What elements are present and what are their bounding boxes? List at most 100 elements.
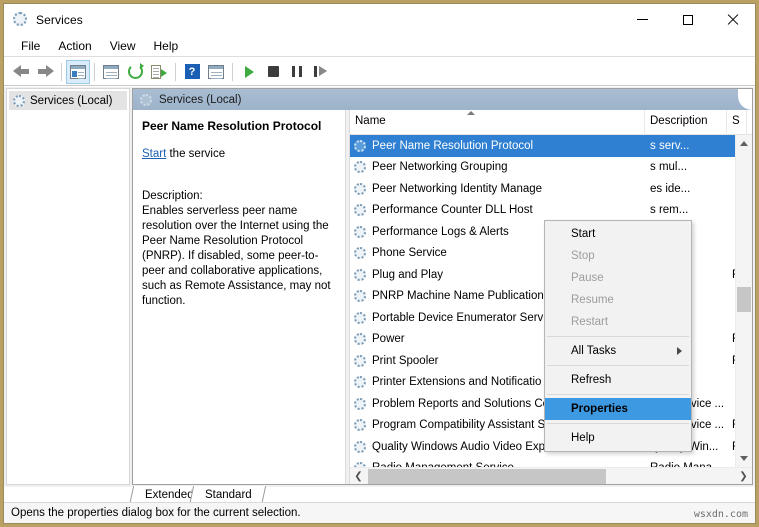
- scroll-right-button[interactable]: ❯: [735, 468, 752, 484]
- context-menu-pause-label: Pause: [571, 272, 604, 284]
- restart-service-button[interactable]: [309, 60, 333, 84]
- service-gear-icon: [352, 269, 368, 281]
- row-service-description: s mul...: [650, 161, 732, 173]
- tab-standard-label: Standard: [205, 489, 252, 501]
- show-hide-console-tree-button[interactable]: [66, 60, 90, 84]
- horizontal-scrollbar-thumb[interactable]: [368, 469, 606, 484]
- service-gear-icon: [352, 312, 368, 324]
- chevron-up-icon: [740, 141, 748, 146]
- list-header-row: Name Description S: [350, 110, 752, 135]
- context-menu-stop-label: Stop: [571, 250, 595, 262]
- service-gear-icon: [352, 419, 368, 431]
- help-button[interactable]: ?: [180, 60, 204, 84]
- context-menu-separator: [547, 365, 689, 366]
- services-pane-header: Services (Local): [133, 89, 752, 110]
- play-icon: [245, 66, 254, 78]
- menu-file[interactable]: File: [12, 37, 49, 55]
- detail-description-text: Enables serverless peer name resolution …: [142, 204, 334, 309]
- services-gear-icon: [13, 95, 25, 107]
- table-row[interactable]: Peer Networking Identity Managees ide...: [350, 178, 735, 200]
- toolbar-separator: [175, 63, 176, 81]
- watermark: wsxdn.com: [694, 509, 748, 520]
- context-menu-start-label: Start: [571, 228, 595, 240]
- column-header-status[interactable]: S: [727, 110, 747, 135]
- refresh-button[interactable]: [123, 60, 147, 84]
- table-row[interactable]: Performance Counter DLL Hosts rem...: [350, 200, 735, 222]
- context-menu-restart-label: Restart: [571, 316, 608, 328]
- context-menu-start[interactable]: Start: [545, 223, 691, 245]
- scroll-up-button[interactable]: [736, 135, 752, 152]
- start-service-button[interactable]: [237, 60, 261, 84]
- context-menu-properties[interactable]: Properties: [545, 398, 691, 420]
- arrow-left-icon: [13, 65, 30, 78]
- toolbar: ?: [4, 58, 755, 86]
- horizontal-scrollbar[interactable]: ❮ ❯: [350, 467, 752, 484]
- service-gear-icon: [352, 355, 368, 367]
- context-menu-pause: Pause: [545, 267, 691, 289]
- context-menu-help[interactable]: Help: [545, 427, 691, 449]
- refresh-icon: [128, 64, 143, 79]
- service-gear-icon: [352, 441, 368, 453]
- service-detail-pane: Peer Name Resolution Protocol Start the …: [133, 110, 345, 484]
- context-menu-all-tasks-label: All Tasks: [571, 345, 616, 357]
- context-menu-restart: Restart: [545, 311, 691, 333]
- column-header-description[interactable]: Description: [645, 110, 727, 135]
- status-bar: Opens the properties dialog box for the …: [4, 502, 755, 523]
- vertical-scrollbar-thumb[interactable]: [737, 287, 751, 312]
- properties-icon: [208, 65, 224, 79]
- pause-service-button[interactable]: [285, 60, 309, 84]
- export-list-button[interactable]: [147, 60, 171, 84]
- menu-view[interactable]: View: [101, 37, 145, 55]
- context-menu-all-tasks[interactable]: All Tasks: [545, 340, 691, 362]
- service-gear-icon: [352, 161, 368, 173]
- context-menu-refresh[interactable]: Refresh: [545, 369, 691, 391]
- toolbar-separator: [61, 63, 62, 81]
- scroll-left-button[interactable]: ❮: [350, 468, 367, 484]
- chevron-right-icon: [677, 347, 682, 355]
- service-gear-icon: [352, 204, 368, 216]
- toolbar-separator: [232, 63, 233, 81]
- services-gear-icon: [13, 12, 29, 28]
- properties-button[interactable]: [204, 60, 228, 84]
- column-header-description-label: Description: [650, 115, 708, 127]
- vertical-scrollbar[interactable]: [735, 135, 752, 467]
- tree-item-label: Services (Local): [30, 95, 112, 107]
- table-row[interactable]: Radio Management ServiceRadio Mana...: [350, 458, 735, 468]
- show-hide-action-pane-button[interactable]: [99, 60, 123, 84]
- tree-item-services-local[interactable]: Services (Local): [9, 91, 127, 110]
- column-header-status-label: S: [732, 115, 740, 127]
- scroll-down-button[interactable]: [736, 450, 752, 467]
- chevron-down-icon: [740, 456, 748, 461]
- service-gear-icon: [352, 247, 368, 259]
- context-menu-resume: Resume: [545, 289, 691, 311]
- minimize-button[interactable]: [620, 4, 665, 35]
- detail-service-title: Peer Name Resolution Protocol: [142, 119, 334, 134]
- menu-action[interactable]: Action: [49, 37, 100, 55]
- row-service-name: Peer Networking Identity Manage: [372, 183, 650, 195]
- menu-help[interactable]: Help: [145, 37, 188, 55]
- arrow-right-icon: [37, 65, 54, 78]
- action-pane-icon: [103, 65, 119, 79]
- stop-icon: [268, 66, 279, 77]
- table-row[interactable]: Peer Networking Groupings mul...: [350, 157, 735, 179]
- start-service-link[interactable]: Start: [142, 148, 166, 160]
- export-list-icon: [151, 65, 167, 79]
- row-service-description: s serv...: [650, 140, 732, 152]
- console-tree-icon: [70, 65, 86, 79]
- service-gear-icon: [352, 376, 368, 388]
- table-row[interactable]: Peer Name Resolution Protocols serv...: [350, 135, 735, 157]
- maximize-button[interactable]: [665, 4, 710, 35]
- stop-service-button[interactable]: [261, 60, 285, 84]
- service-gear-icon: [352, 140, 368, 152]
- context-menu-stop: Stop: [545, 245, 691, 267]
- row-service-name: Peer Networking Grouping: [372, 161, 650, 173]
- tab-extended-label: Extended: [145, 489, 194, 501]
- context-menu: Start Stop Pause Resume Restart All Tasks Refr…: [544, 220, 692, 452]
- back-button[interactable]: [9, 60, 33, 84]
- pause-icon: [292, 66, 302, 77]
- close-button[interactable]: [710, 4, 755, 35]
- sort-ascending-icon: [467, 111, 475, 115]
- help-question-icon: ?: [185, 64, 200, 79]
- column-header-name[interactable]: Name: [350, 110, 645, 135]
- forward-button[interactable]: [33, 60, 57, 84]
